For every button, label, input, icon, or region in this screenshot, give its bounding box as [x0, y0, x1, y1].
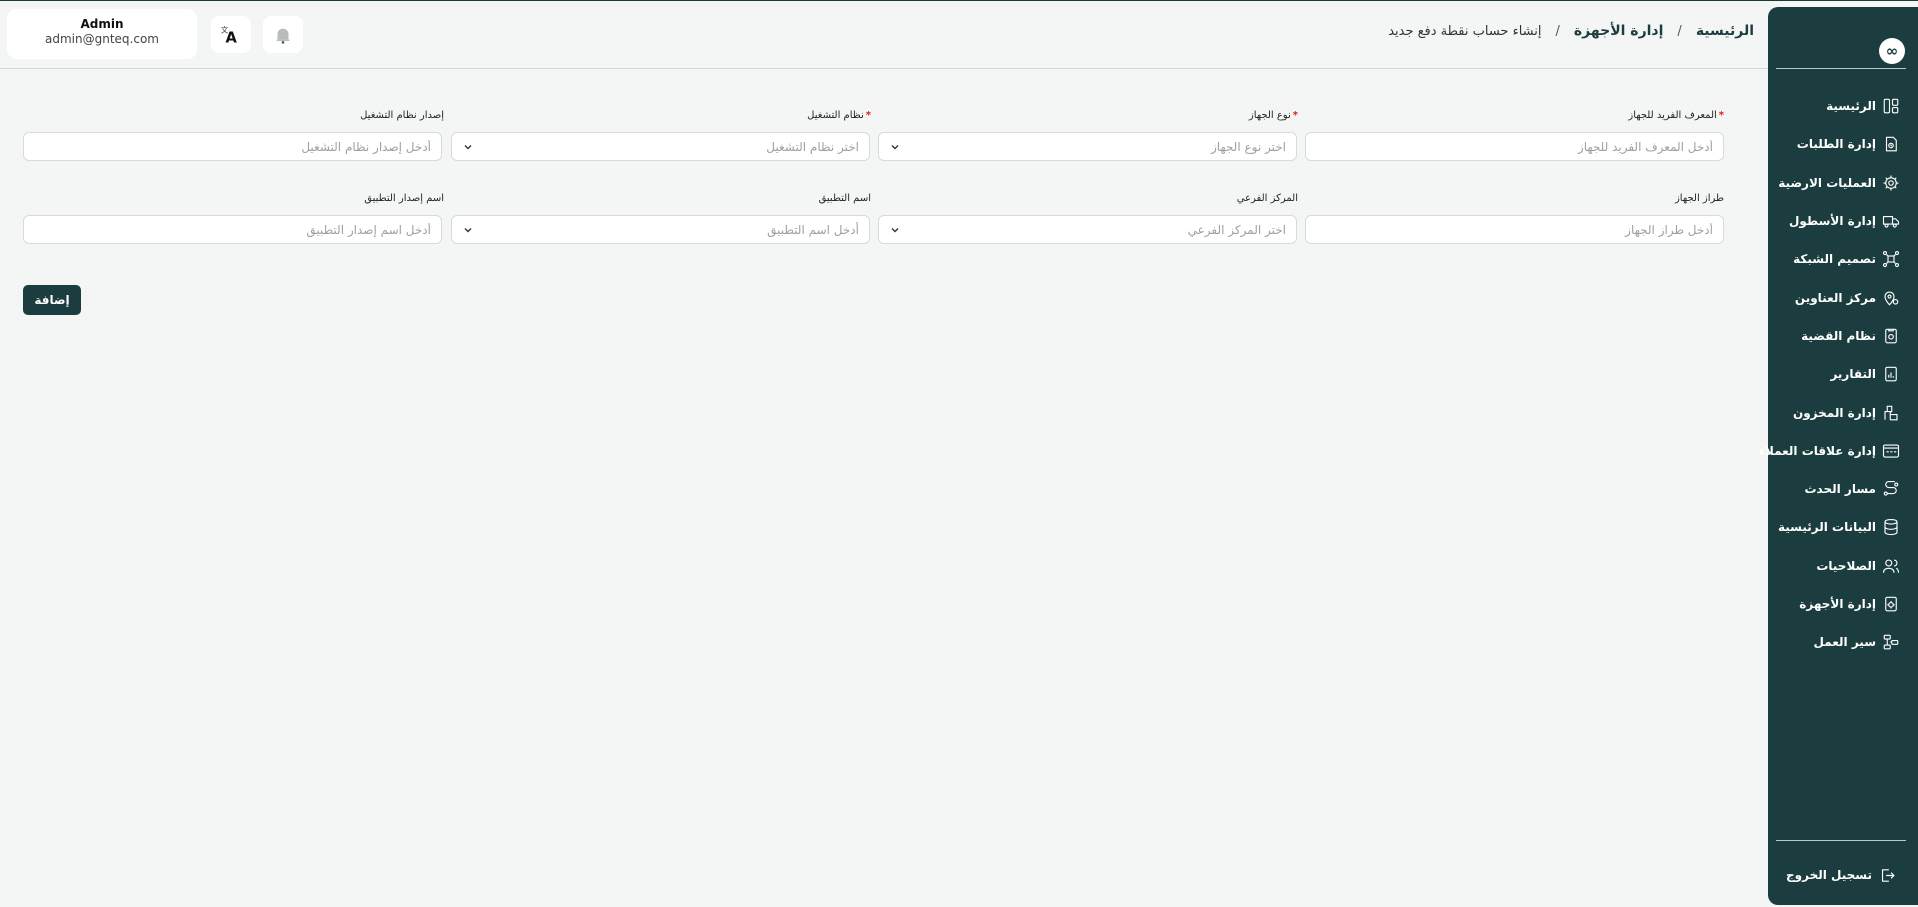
device-id-field[interactable]	[1305, 132, 1724, 161]
dashboard-icon	[1883, 98, 1899, 114]
device-model-input[interactable]	[1316, 222, 1713, 237]
logout-button[interactable]: تسجيل الخروج	[1768, 860, 1918, 890]
report-icon	[1885, 366, 1897, 382]
user-email: admin@gnteq.com	[45, 32, 159, 46]
os-select[interactable]: اختر نظام التشغيل	[451, 132, 870, 161]
location-icon	[1884, 291, 1899, 306]
sidebar-item-master-data[interactable]: البيانات الرئيسية	[1768, 508, 1918, 546]
os-label: *نظام التشغيل	[807, 110, 871, 121]
route-icon	[1883, 481, 1899, 496]
sidebar-item-label: نظام القضية	[1801, 328, 1876, 343]
breadcrumb-home[interactable]: الرئيسية	[1696, 23, 1754, 39]
device-type-label: *نوع الجهاز	[1248, 110, 1298, 121]
sidebar-item-label: إدارة الطلبات	[1796, 137, 1876, 152]
app-name-select[interactable]: أدخل اسم التطبيق	[451, 215, 870, 244]
os-placeholder: اختر نظام التشغيل	[766, 139, 859, 154]
gear-icon	[1883, 175, 1899, 191]
sidebar-item-label: تصميم الشبكة	[1793, 252, 1876, 267]
sidebar-item-devices[interactable]: إدارة الأجهزة	[1768, 585, 1918, 623]
breadcrumb-section[interactable]: إدارة الأجهزة	[1574, 23, 1664, 39]
sidebar-item-label: إدارة علاقات العملاء	[1758, 443, 1876, 458]
app-version-name-label: اسم إصدار التطبيق	[364, 193, 444, 204]
database-icon	[1884, 519, 1898, 536]
sidebar-item-label: إدارة الأسطول	[1788, 214, 1876, 229]
sidebar-item-label: مركز العناوين	[1794, 290, 1876, 305]
device-model-label: طراز الجهاز	[1674, 193, 1724, 204]
sidebar-item-case[interactable]: نظام القضية	[1768, 317, 1918, 355]
sidebar-item-addresses[interactable]: مركز العناوين	[1768, 278, 1918, 316]
chevron-down-icon	[891, 227, 899, 232]
sidebar-item-inventory[interactable]: إدارة المخزون	[1768, 393, 1918, 431]
sidebar-item-network[interactable]: تصميم الشبكة	[1768, 240, 1918, 278]
svg-text:文: 文	[221, 25, 229, 34]
sidebar-item-crm[interactable]: إدارة علاقات العملاء	[1759, 432, 1918, 470]
crm-icon	[1882, 444, 1900, 458]
workflow-icon	[1883, 634, 1899, 650]
sidebar-nav: الرئيسية إدارة الطلبات العمليات الارضية …	[1759, 87, 1918, 661]
top-border	[0, 0, 1918, 1]
notification-button[interactable]	[263, 16, 303, 53]
os-version-input[interactable]	[34, 139, 431, 154]
logo[interactable]: ∞	[1879, 38, 1905, 64]
sidebar-item-orders[interactable]: إدارة الطلبات	[1768, 125, 1918, 163]
os-version-label: إصدار نظام التشغيل	[360, 110, 444, 121]
sidebar-item-label: إدارة المخزون	[1792, 405, 1876, 420]
sidebar-item-label: إدارة الأجهزة	[1799, 597, 1876, 611]
branch-label: المركز الفرعي	[1236, 193, 1298, 204]
network-icon	[1882, 251, 1900, 268]
add-button[interactable]: إضافة	[23, 285, 81, 315]
logo-area: ∞	[1776, 30, 1905, 70]
breadcrumb-separator: /	[1677, 23, 1682, 39]
truck-icon	[1882, 215, 1900, 228]
sidebar-item-label: العمليات الارضية	[1778, 175, 1876, 190]
sidebar-item-permissions[interactable]: الصلاحيات	[1768, 547, 1918, 585]
breadcrumb-separator: /	[1555, 23, 1560, 39]
branch-select[interactable]: اختر المركز الفرعي	[878, 215, 1297, 244]
app-name-placeholder: أدخل اسم التطبيق	[767, 222, 859, 237]
sidebar-item-event-path[interactable]: مسار الحدث	[1768, 470, 1918, 508]
app-version-name-field[interactable]	[23, 215, 442, 244]
orders-icon	[1885, 137, 1897, 152]
branch-placeholder: اختر المركز الفرعي	[1187, 222, 1286, 237]
device-model-field[interactable]	[1305, 215, 1724, 244]
device-icon	[1885, 596, 1897, 612]
chevron-down-icon	[464, 227, 472, 232]
user-card[interactable]: Admin admin@gnteq.com	[7, 9, 197, 59]
bell-icon	[276, 28, 290, 44]
logout-icon	[1881, 868, 1895, 882]
sidebar-item-fleet[interactable]: إدارة الأسطول	[1768, 202, 1918, 240]
sidebar-item-workflow[interactable]: سير العمل	[1768, 623, 1918, 661]
users-icon	[1882, 559, 1900, 573]
chevron-down-icon	[464, 144, 472, 149]
language-button[interactable]: A 文	[211, 16, 251, 53]
sidebar-item-label: الصلاحيات	[1816, 558, 1876, 573]
breadcrumb: الرئيسية / إدارة الأجهزة / إنشاء حساب نق…	[1388, 23, 1754, 39]
device-id-input[interactable]	[1316, 139, 1713, 154]
os-version-field[interactable]	[23, 132, 442, 161]
logout-label: تسجيل الخروج	[1786, 868, 1872, 882]
sidebar-item-label: الرئيسية	[1826, 99, 1876, 114]
sidebar-item-label: التقارير	[1830, 367, 1876, 382]
app-version-name-input[interactable]	[34, 222, 431, 237]
case-icon	[1885, 328, 1897, 344]
translate-icon: A 文	[221, 25, 238, 46]
sidebar-divider	[1776, 68, 1906, 69]
device-type-placeholder: اختر نوع الجهاز	[1210, 139, 1286, 154]
app-name-label: اسم التطبيق	[818, 193, 871, 204]
sidebar-item-label: البيانات الرئيسية	[1777, 520, 1876, 535]
breadcrumb-current: إنشاء حساب نقطة دفع جديد	[1388, 23, 1542, 39]
user-name: Admin	[80, 17, 124, 31]
sidebar: ∞ الرئيسية إدارة الطلبات العمليات الارضي…	[1759, 7, 1918, 905]
sidebar-item-label: مسار الحدث	[1804, 482, 1877, 497]
inventory-icon	[1884, 405, 1898, 420]
sidebar-item-ground-ops[interactable]: العمليات الارضية	[1768, 164, 1918, 202]
sidebar-item-label: سير العمل	[1813, 635, 1877, 650]
device-id-label: *المعرف الفريد للجهاز	[1628, 110, 1724, 121]
sidebar-divider	[1776, 840, 1906, 841]
sidebar-item-home[interactable]: الرئيسية	[1768, 87, 1918, 125]
chevron-down-icon	[891, 144, 899, 149]
sidebar-item-reports[interactable]: التقارير	[1768, 355, 1918, 393]
device-type-select[interactable]: اختر نوع الجهاز	[878, 132, 1297, 161]
header-divider	[0, 68, 1768, 69]
